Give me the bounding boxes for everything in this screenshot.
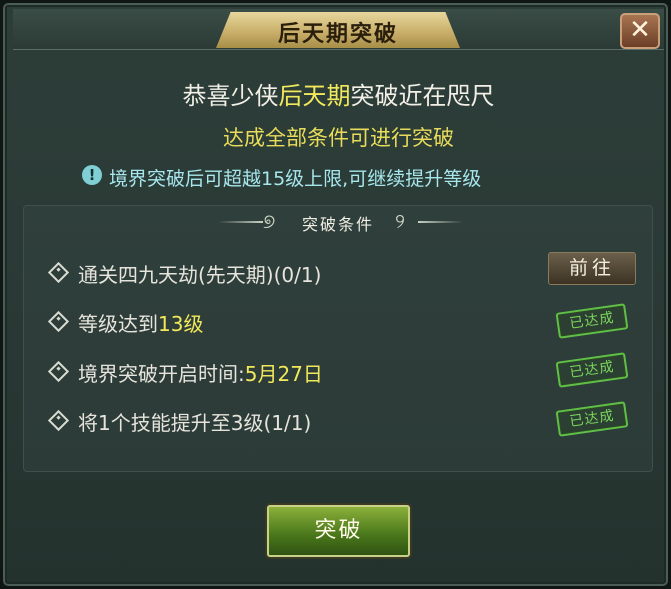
condition-text: 通关四九天劫(先天期)(0/1) (78, 263, 322, 287)
condition-value: 13级 (158, 312, 204, 336)
condition-item: 等级达到13级 (47, 308, 611, 338)
section-title: 突破条件 (301, 215, 374, 234)
breakthrough-dialog: 后天期突破 ✕ 恭喜少侠后天期突破近在咫尺 达成全部条件可进行突破 ! 境界突破… (0, 0, 671, 589)
close-icon[interactable]: ✕ (620, 13, 660, 49)
go-button[interactable]: 前往 (548, 252, 636, 285)
breakthrough-notice: 境界突破后可超越15级上限,可继续提升等级 (109, 168, 482, 190)
congrats-prefix: 恭喜少侠 (182, 82, 279, 110)
condition-value: 5月27日 (244, 362, 323, 386)
condition-text: 将1个技能提升至3级(1/1) (78, 411, 312, 435)
congrats-suffix: 突破近在咫尺 (350, 82, 495, 110)
diamond-bullet-icon (47, 409, 70, 432)
condition-text: 等级达到13级 (78, 308, 203, 337)
condition-item: 境界突破开启时间:5月27日 (47, 358, 611, 388)
requirement-hint: 达成全部条件可进行突破 (223, 126, 454, 150)
info-icon: ! (82, 165, 102, 185)
scroll-ornament-left-icon: ୭ (263, 209, 276, 233)
ornament-line-left (218, 221, 263, 223)
realm-highlight: 后天期 (278, 82, 351, 110)
diamond-bullet-icon (47, 310, 70, 333)
dialog-title: 后天期突破 (277, 21, 398, 47)
diamond-bullet-icon (47, 360, 70, 383)
diamond-bullet-icon (47, 261, 70, 284)
condition-item: 将1个技能提升至3级(1/1) (47, 407, 611, 437)
condition-text: 境界突破开启时间:5月27日 (78, 358, 323, 387)
breakthrough-button[interactable]: 突破 (267, 505, 410, 557)
condition-item: 通关四九天劫(先天期)(0/1) (47, 259, 611, 289)
congrats-line: 恭喜少侠后天期突破近在咫尺 (3, 76, 671, 111)
scroll-ornament-right-icon: ୨ (395, 209, 405, 233)
condition-prefix: 境界突破开启时间: (78, 362, 245, 386)
condition-prefix: 等级达到 (78, 312, 158, 336)
ornament-line-right (418, 221, 463, 223)
